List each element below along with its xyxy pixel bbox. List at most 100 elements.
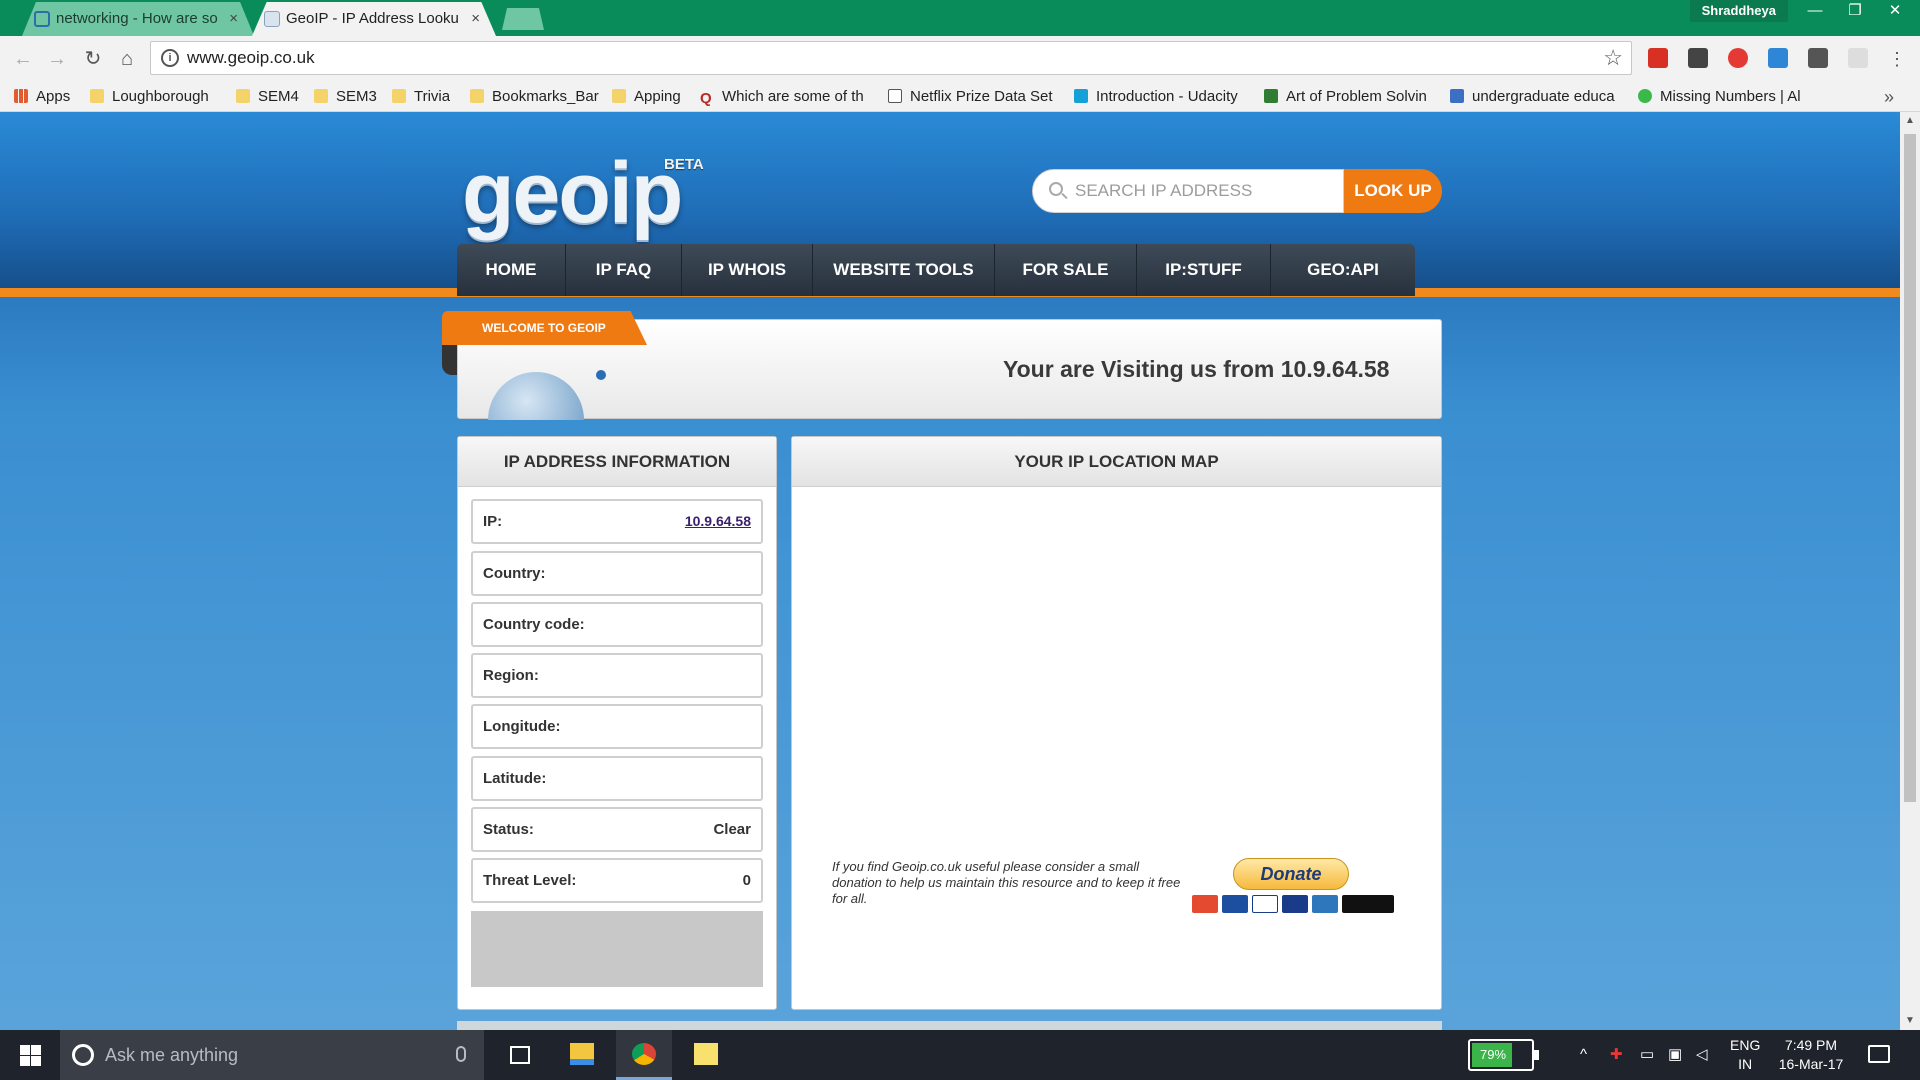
row-label: Longitude: <box>483 718 561 735</box>
bookmark-sem3[interactable]: SEM3 <box>314 82 377 112</box>
start-button[interactable] <box>0 1030 60 1080</box>
bookmark-aops[interactable]: Art of Problem Solvin <box>1264 82 1434 112</box>
bookmark-apping[interactable]: Apping <box>612 82 681 112</box>
region-code: IN <box>1738 1056 1753 1072</box>
task-view-icon <box>510 1046 530 1064</box>
url-text[interactable]: www.geoip.co.uk <box>187 42 315 74</box>
nav-geo-api[interactable]: GEO:API <box>1271 244 1415 296</box>
bookmark-quora[interactable]: Q Which are some of th <box>700 82 872 112</box>
nav-ip-faq[interactable]: IP FAQ <box>566 244 682 296</box>
look-up-button[interactable]: LOOK UP <box>1344 169 1442 213</box>
cortana-search[interactable]: Ask me anything <box>60 1030 484 1080</box>
task-view-button[interactable] <box>492 1030 548 1080</box>
bookmark-netflix[interactable]: Netflix Prize Data Set <box>888 82 1060 112</box>
bookmark-hackerrank[interactable]: Missing Numbers | Al <box>1638 82 1808 112</box>
address-bar[interactable]: i www.geoip.co.uk ☆ <box>150 41 1632 75</box>
language-indicator[interactable]: ENG IN <box>1730 1036 1760 1074</box>
windows-taskbar: Ask me anything 79% ^ ✚ ▭ ▣ ◁ ENG IN 7:4… <box>0 1030 1920 1080</box>
ip-info-panel: IP ADDRESS INFORMATION IP: 10.9.64.58 Co… <box>457 436 777 1010</box>
nav-ip-whois[interactable]: IP WHOIS <box>682 244 813 296</box>
bookmark-label: undergraduate educa <box>1472 88 1615 105</box>
info-row-region: Region: <box>471 653 763 698</box>
row-label: Threat Level: <box>483 872 577 889</box>
back-button[interactable]: ← <box>10 46 36 72</box>
bookmark-label: Loughborough <box>112 88 209 105</box>
shield-extension-icon[interactable] <box>1848 48 1868 68</box>
ip-map-panel: YOUR IP LOCATION MAP If you find Geoip.c… <box>791 436 1442 1010</box>
visa-electron-icon <box>1282 895 1308 913</box>
row-label: Latitude: <box>483 770 547 787</box>
row-label: Country code: <box>483 616 585 633</box>
search-ip-input[interactable] <box>1075 178 1335 204</box>
row-label: Country: <box>483 565 546 582</box>
network-tray-icon[interactable]: ▣ <box>1668 1030 1682 1080</box>
evernote-extension-icon[interactable] <box>1808 48 1828 68</box>
me-icon <box>1450 89 1464 103</box>
ip-map-title: YOUR IP LOCATION MAP <box>792 437 1441 487</box>
minimize-button[interactable]: — <box>1796 0 1834 22</box>
clock[interactable]: 7:49 PM 16-Mar-17 <box>1774 1036 1848 1074</box>
bookmark-apps[interactable]: Apps <box>14 82 70 112</box>
menu-kebab-icon[interactable]: ⋮ <box>1884 46 1910 72</box>
antivirus-tray-icon[interactable]: ✚ <box>1610 1030 1623 1080</box>
forward-button[interactable]: → <box>44 46 70 72</box>
nav-home[interactable]: HOME <box>457 244 566 296</box>
scrollbar-thumb[interactable] <box>1904 134 1916 802</box>
tab-geoip[interactable]: GeoIP - IP Address Looku × <box>252 2 496 36</box>
bookmark-loughborough[interactable]: Loughborough <box>90 82 209 112</box>
bookmark-bookmarks-bar[interactable]: Bookmarks_Bar <box>470 82 599 112</box>
nav-ip-stuff[interactable]: IP:STUFF <box>1137 244 1271 296</box>
close-window-button[interactable]: ✕ <box>1876 0 1914 22</box>
bookmark-label: Missing Numbers | Al <box>1660 88 1801 105</box>
new-tab-button[interactable] <box>502 8 544 30</box>
power-tray-icon[interactable]: ▭ <box>1640 1030 1654 1080</box>
reload-button[interactable]: ↻ <box>80 46 106 72</box>
taskbar-chrome[interactable] <box>616 1030 672 1080</box>
row-label: Region: <box>483 667 539 684</box>
nav-website-tools[interactable]: WEBSITE TOOLS <box>813 244 995 296</box>
profile-button[interactable]: Shraddheya <box>1689 0 1788 22</box>
nav-for-sale[interactable]: FOR SALE <box>995 244 1137 296</box>
home-button[interactable]: ⌂ <box>114 46 140 72</box>
info-row-longitude: Longitude: <box>471 704 763 749</box>
taskbar-file-explorer[interactable] <box>554 1030 610 1080</box>
microphone-icon[interactable] <box>456 1046 466 1062</box>
page-scrollbar[interactable]: ▲ ▼ <box>1900 112 1920 1030</box>
bookmark-undergraduate[interactable]: undergraduate educa <box>1450 82 1620 112</box>
windows-logo-icon <box>20 1045 30 1055</box>
bookmark-label: Apping <box>634 88 681 105</box>
adblock-extension-icon[interactable] <box>1728 48 1748 68</box>
folder-icon <box>470 89 484 103</box>
close-tab-icon[interactable]: × <box>229 2 238 36</box>
restore-button[interactable]: ❐ <box>1836 0 1874 22</box>
ip-link[interactable]: 10.9.64.58 <box>685 501 751 542</box>
bookmark-star-icon[interactable]: ☆ <box>1603 42 1623 74</box>
calendar-extension-icon[interactable] <box>1768 48 1788 68</box>
donate-message: If you find Geoip.co.uk useful please co… <box>832 859 1181 906</box>
site-info-icon[interactable]: i <box>161 49 179 67</box>
visa-icon <box>1252 895 1278 913</box>
page-icon <box>264 11 280 27</box>
battery-indicator[interactable]: 79% <box>1468 1039 1539 1071</box>
scroll-up-arrow-icon[interactable]: ▲ <box>1900 112 1920 130</box>
donate-button[interactable]: Donate <box>1233 858 1349 890</box>
bookmark-sem4[interactable]: SEM4 <box>236 82 299 112</box>
pdf-extension-icon[interactable] <box>1648 48 1668 68</box>
scroll-down-arrow-icon[interactable]: ▼ <box>1900 1012 1920 1030</box>
taskbar-sticky-notes[interactable] <box>678 1030 734 1080</box>
bookmark-label: Trivia <box>414 88 451 105</box>
tab-networking[interactable]: networking - How are so × <box>22 2 254 36</box>
volume-tray-icon[interactable]: ◁ <box>1696 1030 1708 1080</box>
bookmark-trivia[interactable]: Trivia <box>392 82 450 112</box>
bookmark-udacity[interactable]: Introduction - Udacity <box>1074 82 1252 112</box>
close-tab-icon[interactable]: × <box>471 2 480 36</box>
show-hidden-icons-button[interactable]: ^ <box>1580 1030 1587 1080</box>
clock-time: 7:49 PM <box>1784 1037 1838 1053</box>
action-center-icon[interactable] <box>1868 1045 1890 1063</box>
password-extension-icon[interactable] <box>1688 48 1708 68</box>
amex-icon <box>1312 895 1338 913</box>
bookmark-label: Bookmarks_Bar <box>492 88 599 105</box>
chrome-icon <box>632 1043 656 1065</box>
more-bookmarks-icon[interactable]: » <box>1884 82 1894 112</box>
geoip-logo[interactable]: geoip <box>462 144 683 243</box>
